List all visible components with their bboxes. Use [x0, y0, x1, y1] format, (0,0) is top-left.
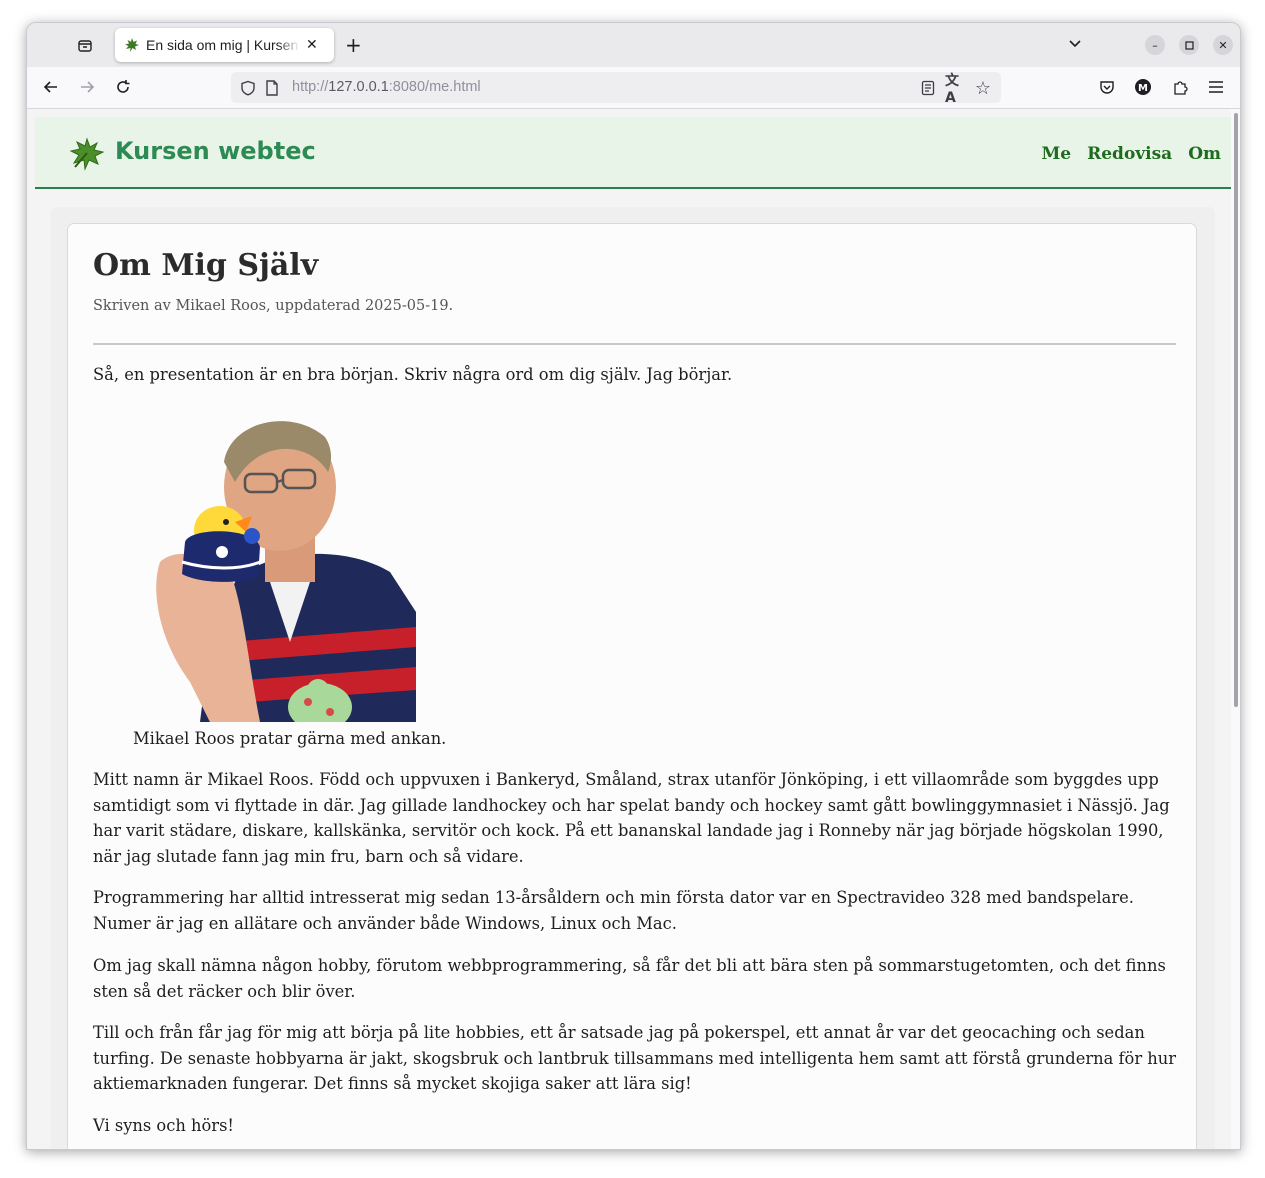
minimize-icon[interactable]: – — [1145, 35, 1165, 55]
byline: Skriven av Mikael Roos, uppdaterad 2025-… — [93, 298, 454, 314]
svg-text:M: M — [1138, 83, 1148, 94]
hamburger-menu-icon[interactable] — [1206, 77, 1226, 97]
vertical-scrollbar[interactable] — [1232, 109, 1240, 1149]
paragraph-3: Om jag skall nämna någon hobby, förutom … — [93, 956, 1166, 1001]
reader-view-icon[interactable] — [919, 79, 937, 97]
bookmark-star-icon[interactable]: ☆ — [973, 78, 993, 99]
tab-overview-icon[interactable] — [73, 34, 97, 58]
article: Om Mig Själv Skriven av Mikael Roos, upp… — [67, 223, 1197, 1149]
reload-icon[interactable] — [113, 77, 133, 97]
translate-icon[interactable]: 文A — [945, 73, 965, 106]
new-tab-icon[interactable]: + — [345, 34, 362, 56]
nav-link-me[interactable]: Me — [1041, 144, 1071, 164]
nav-link-om[interactable]: Om — [1188, 144, 1221, 164]
paragraph-1: Mitt namn är Mikael Roos. Född och uppvu… — [93, 770, 1170, 867]
navigation-toolbar: http://127.0.0.1:8080/me.html 文A ☆ M — [27, 67, 1240, 109]
site-title[interactable]: Kursen webtec — [115, 137, 316, 165]
pocket-icon[interactable] — [1097, 77, 1117, 97]
scrollbar-thumb[interactable] — [1234, 113, 1238, 707]
back-icon[interactable] — [41, 77, 61, 97]
paragraph-2: Programmering har alltid intresserat mig… — [93, 888, 1134, 933]
shield-icon[interactable] — [239, 79, 257, 97]
maximize-icon[interactable] — [1179, 35, 1199, 55]
maple-leaf-logo-icon[interactable] — [69, 137, 105, 171]
url-text: http://127.0.0.1:8080/me.html — [292, 79, 481, 95]
extensions-puzzle-icon[interactable] — [1170, 77, 1190, 97]
url-bar[interactable]: http://127.0.0.1:8080/me.html 文A ☆ — [231, 72, 1001, 106]
forward-icon[interactable] — [77, 77, 97, 97]
page-title: Om Mig Själv — [93, 248, 319, 283]
tab-bar: En sida om mig | Kursen webtec ✕ + – ✕ — [27, 23, 1240, 67]
tab-close-icon[interactable]: ✕ — [306, 37, 318, 53]
active-tab[interactable]: En sida om mig | Kursen webtec ✕ — [115, 28, 334, 62]
divider — [93, 343, 1176, 345]
url-scheme: http:// — [292, 79, 329, 95]
account-avatar-icon[interactable]: M — [1133, 77, 1153, 97]
site-header: Kursen webtec Me Redovisa Om — [35, 117, 1231, 189]
close-window-icon[interactable]: ✕ — [1213, 35, 1233, 55]
nav-link-redovisa[interactable]: Redovisa — [1087, 144, 1172, 164]
paragraph-5: Vi syns och hörs! — [93, 1116, 234, 1135]
maple-leaf-favicon-icon — [125, 38, 139, 52]
tab-title: En sida om mig | Kursen webtec — [146, 37, 300, 53]
paragraph-4: Till och från får jag för mig att börja … — [93, 1023, 1177, 1094]
browser-window: En sida om mig | Kursen webtec ✕ + – ✕ — [26, 22, 1241, 1150]
page-info-icon[interactable] — [263, 79, 281, 97]
url-host: 127.0.0.1 — [328, 79, 389, 95]
url-path: :8080/me.html — [388, 79, 481, 95]
intro-paragraph: Så, en presentation är en bra början. Sk… — [93, 365, 733, 384]
list-all-tabs-icon[interactable] — [1067, 35, 1083, 55]
site-nav: Me Redovisa Om — [1041, 144, 1221, 164]
page-viewport: Kursen webtec Me Redovisa Om Om Mig Själ… — [27, 109, 1231, 1149]
author-with-duck-photo — [156, 421, 416, 722]
image-caption: Mikael Roos pratar gärna med ankan. — [133, 729, 447, 748]
